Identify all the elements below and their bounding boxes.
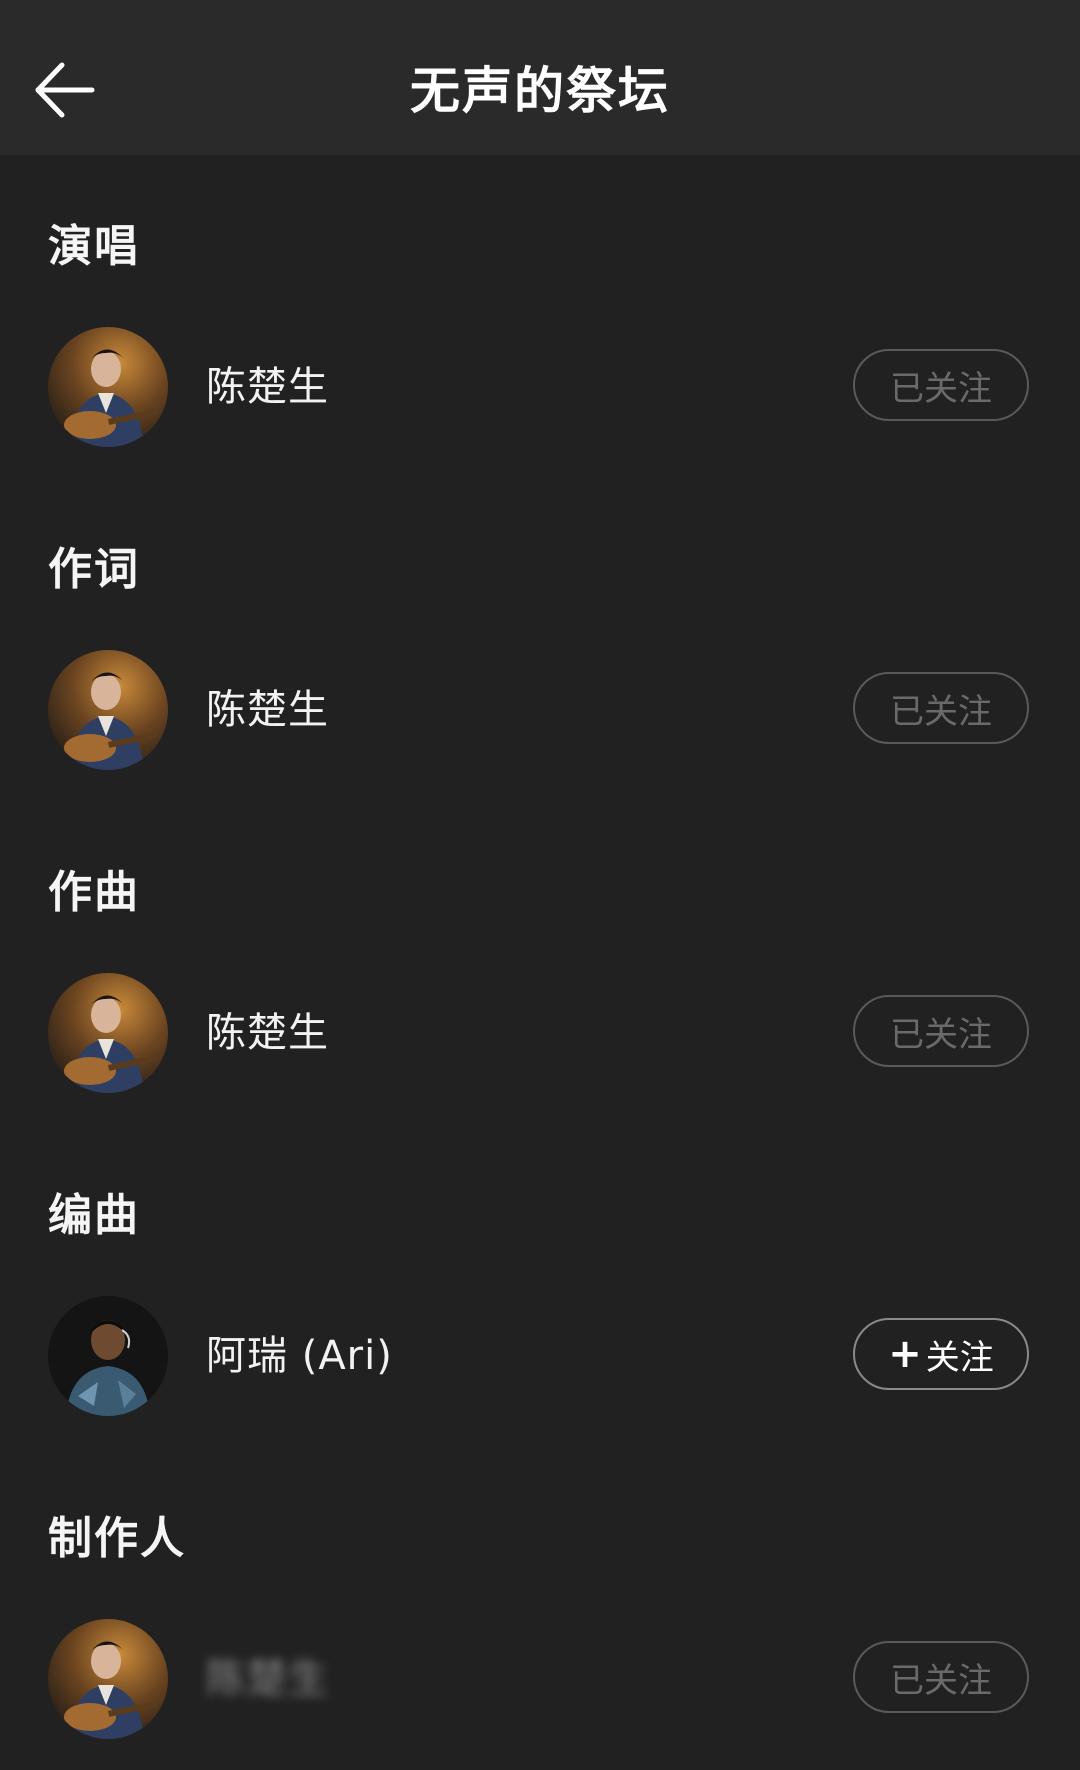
plus-icon: +	[888, 1331, 922, 1377]
person-row[interactable]: 阿瑞 (Ari) + 关注	[0, 1296, 1080, 1420]
role-title: 编曲	[48, 1190, 140, 1241]
credit-section-producer: 制作人 陈楚生 已关注	[0, 1447, 1080, 1770]
follow-button[interactable]: 已关注	[853, 349, 1029, 421]
person-row[interactable]: 陈楚生 已关注	[0, 1619, 1080, 1743]
person-name[interactable]: 陈楚生	[206, 680, 329, 740]
avatar[interactable]	[48, 973, 168, 1093]
person-row[interactable]: 陈楚生 已关注	[0, 973, 1080, 1097]
follow-button-label: 已关注	[890, 1014, 992, 1055]
follow-button[interactable]: 已关注	[853, 1641, 1029, 1713]
role-title: 作词	[48, 544, 140, 595]
follow-button[interactable]: + 关注	[853, 1318, 1029, 1390]
credit-section-arranger: 编曲 阿瑞 (Ari) + 关注	[0, 1124, 1080, 1447]
credit-section-lyrics: 作词 陈楚生 已关注	[0, 478, 1080, 801]
credits-list: 演唱 陈楚生 已关注 作词 陈楚生 已关注 作曲 陈楚生 已关注 编曲 阿瑞 (…	[0, 155, 1080, 1770]
follow-button[interactable]: 已关注	[853, 672, 1029, 744]
role-title: 制作人	[48, 1513, 186, 1564]
person-name[interactable]: 陈楚生	[206, 357, 329, 417]
follow-button-label: 已关注	[890, 691, 992, 732]
follow-button-label: 关注	[925, 1337, 994, 1378]
page-title: 无声的祭坛	[410, 62, 670, 120]
person-row[interactable]: 陈楚生 已关注	[0, 327, 1080, 451]
follow-button-label: 已关注	[890, 368, 992, 409]
person-name[interactable]: 阿瑞 (Ari)	[206, 1326, 393, 1386]
role-title: 作曲	[48, 867, 140, 918]
follow-button-label: 已关注	[890, 1660, 992, 1701]
avatar[interactable]	[48, 1296, 168, 1416]
avatar[interactable]	[48, 650, 168, 770]
avatar[interactable]	[48, 1619, 168, 1739]
top-bar: 无声的祭坛	[0, 0, 1080, 155]
credit-section-vocals: 演唱 陈楚生 已关注	[0, 155, 1080, 478]
person-name[interactable]: 陈楚生	[206, 1649, 329, 1709]
person-name[interactable]: 陈楚生	[206, 1003, 329, 1063]
role-title: 演唱	[48, 221, 140, 272]
follow-button[interactable]: 已关注	[853, 995, 1029, 1067]
credit-section-composer: 作曲 陈楚生 已关注	[0, 801, 1080, 1124]
avatar[interactable]	[48, 327, 168, 447]
person-row[interactable]: 陈楚生 已关注	[0, 650, 1080, 774]
